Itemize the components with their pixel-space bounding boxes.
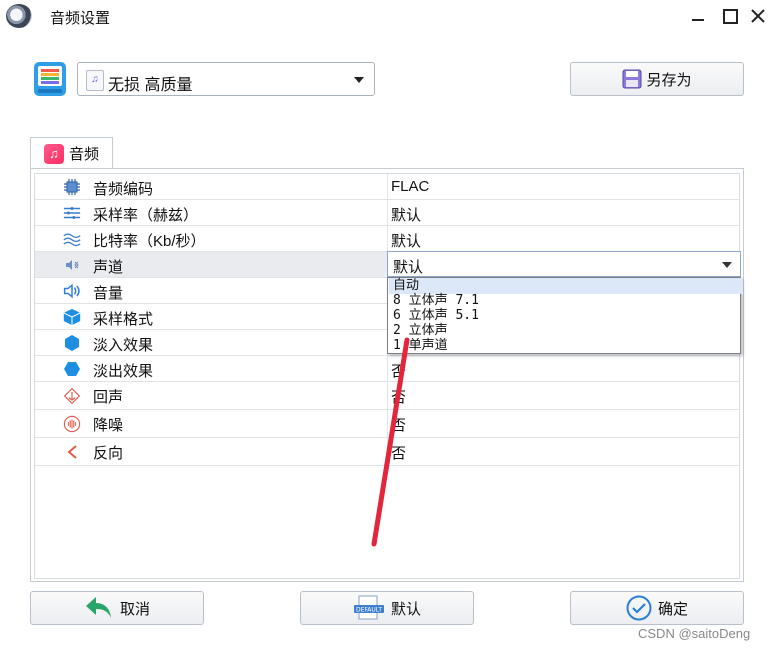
channel-select[interactable]: 默认 xyxy=(387,251,741,277)
noise-reduction-icon xyxy=(63,415,81,433)
default-doc-icon: DEFAULT xyxy=(353,595,384,620)
row-name: 回声 xyxy=(93,389,124,406)
window-title: 音频设置 xyxy=(50,10,111,27)
row-name: 采样率（赫兹） xyxy=(93,207,199,224)
speaker-icon xyxy=(63,282,81,300)
ok-button[interactable]: 确定 xyxy=(570,591,744,625)
watermark: CSDN @saitoDeng xyxy=(638,626,751,641)
row-name: 音频编码 xyxy=(93,181,154,198)
row-bitrate[interactable]: 比特率（Kb/秒） 默认 xyxy=(35,226,739,252)
close-icon xyxy=(751,9,765,23)
row-value: 默认 xyxy=(391,233,422,250)
row-name: 声道 xyxy=(93,259,124,276)
row-name: 比特率（Kb/秒） xyxy=(93,233,206,250)
preset-value: 无损 高质量 xyxy=(108,77,193,94)
row-value: FLAC xyxy=(391,178,430,195)
default-button[interactable]: DEFAULT 默认 xyxy=(300,591,474,625)
cancel-button[interactable]: 取消 xyxy=(30,591,204,625)
fade-out-icon xyxy=(63,360,81,378)
minimize-icon xyxy=(692,19,704,21)
dropdown-option[interactable]: 1 单声道 xyxy=(393,338,448,354)
save-icon xyxy=(622,69,642,89)
app-logo-icon xyxy=(6,4,32,28)
row-noise-reduction[interactable]: 降噪 否 xyxy=(35,410,739,438)
property-grid: 音频编码 FLAC 采样率（赫兹） 默认 比特率（Kb/秒） 默认 声道 音量 … xyxy=(34,173,740,579)
check-circle-icon xyxy=(626,595,652,621)
cube-icon xyxy=(63,308,81,326)
sample-rate-icon xyxy=(63,204,81,222)
dropdown-option[interactable]: 6 立体声 5.1 xyxy=(393,308,479,324)
default-icon-text: DEFAULT xyxy=(356,607,382,614)
row-echo[interactable]: 回声 否 xyxy=(35,382,739,410)
row-value: 否 xyxy=(391,445,407,462)
audio-file-icon: ♫ xyxy=(86,70,104,91)
music-note-icon: ♫ xyxy=(44,143,64,164)
save-as-label: 另存为 xyxy=(646,71,692,89)
close-button[interactable] xyxy=(744,4,772,28)
preset-select[interactable]: ♫ 无损 高质量 xyxy=(77,62,375,96)
chevron-down-icon xyxy=(354,77,364,83)
channel-icon xyxy=(63,256,81,274)
chip-icon xyxy=(63,178,81,196)
echo-icon xyxy=(63,387,81,405)
row-value: 否 xyxy=(391,363,407,380)
row-value: 否 xyxy=(391,417,407,434)
row-name: 淡出效果 xyxy=(93,363,154,380)
cancel-label: 取消 xyxy=(119,600,150,618)
tab-audio[interactable]: ♫ 音频 xyxy=(30,137,113,169)
maximize-icon xyxy=(722,8,738,24)
dropdown-option[interactable]: 8 立体声 7.1 xyxy=(393,293,479,309)
fade-in-icon xyxy=(63,334,81,352)
maximize-button[interactable] xyxy=(716,4,744,28)
row-sample-rate[interactable]: 采样率（赫兹） 默认 xyxy=(35,200,739,226)
dropdown-option[interactable]: 2 立体声 xyxy=(393,323,448,339)
channel-select-value: 默认 xyxy=(393,259,424,276)
title-bar: 音频设置 xyxy=(0,0,772,32)
wave-icon xyxy=(63,230,81,248)
preset-list-icon xyxy=(34,62,66,96)
row-name: 反向 xyxy=(93,445,124,462)
minimize-button[interactable] xyxy=(684,4,712,28)
row-name: 音量 xyxy=(93,285,124,302)
save-as-button[interactable]: 另存为 xyxy=(570,62,744,96)
default-label: 默认 xyxy=(390,600,421,618)
row-name: 降噪 xyxy=(93,417,124,434)
channel-dropdown-list: 自动 8 立体声 7.1 6 立体声 5.1 2 立体声 1 单声道 xyxy=(387,277,743,354)
row-fade-out[interactable]: 淡出效果 否 xyxy=(35,356,739,382)
row-audio-codec[interactable]: 音频编码 FLAC xyxy=(35,174,739,200)
row-name: 淡入效果 xyxy=(93,337,154,354)
reverse-icon xyxy=(63,443,81,461)
row-reverse[interactable]: 反向 否 xyxy=(35,438,739,466)
row-value: 否 xyxy=(391,389,407,406)
row-value: 默认 xyxy=(391,207,422,224)
undo-arrow-icon xyxy=(85,597,111,618)
dropdown-option[interactable]: 自动 xyxy=(389,278,743,294)
tab-audio-label: 音频 xyxy=(69,146,100,163)
chevron-down-icon xyxy=(722,262,732,268)
ok-label: 确定 xyxy=(657,600,688,618)
row-name: 采样格式 xyxy=(93,311,154,328)
